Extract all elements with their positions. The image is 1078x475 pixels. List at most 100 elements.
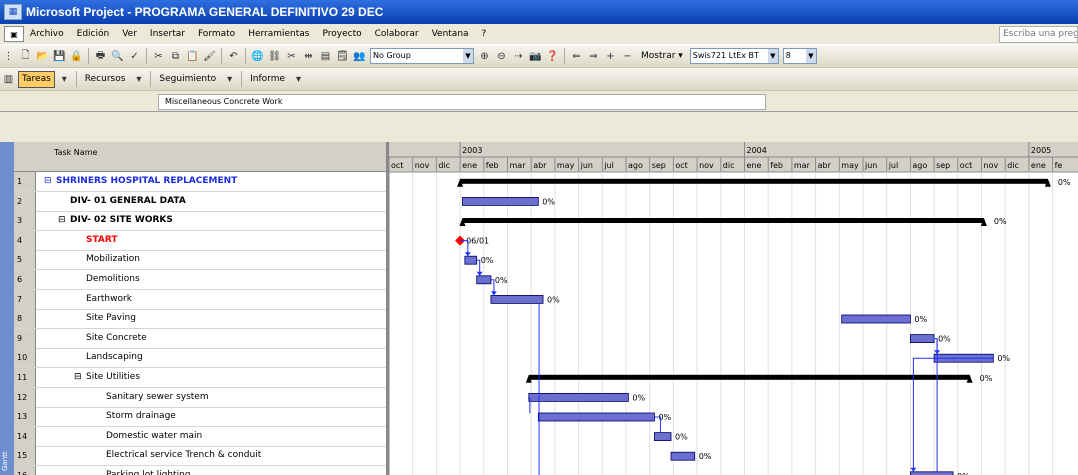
- row-number[interactable]: 2: [14, 191, 36, 211]
- save-icon[interactable]: 💾: [52, 49, 67, 63]
- help-icon[interactable]: ❓: [545, 49, 560, 63]
- row-number[interactable]: 15: [14, 446, 36, 466]
- task-name-cell[interactable]: Sanitary sewer system: [106, 388, 209, 407]
- entry-field[interactable]: Miscellaneous Concrete Work: [158, 94, 766, 110]
- new-file-icon[interactable]: 🗋: [18, 49, 33, 63]
- task-name-cell[interactable]: Electrical service Trench & conduit: [106, 446, 261, 465]
- open-folder-icon[interactable]: 📂: [35, 49, 50, 63]
- project-guide-icon[interactable]: ▥: [1, 72, 16, 86]
- assign-resources-icon[interactable]: 👥: [352, 49, 367, 63]
- task-name-cell[interactable]: START: [86, 231, 118, 250]
- row-number[interactable]: 6: [14, 270, 36, 289]
- task-row[interactable]: 5 Mobilization: [14, 250, 388, 271]
- hide-subtasks-icon[interactable]: −: [620, 49, 635, 63]
- spelling-icon[interactable]: ✓: [127, 49, 142, 63]
- row-number[interactable]: 10: [14, 348, 36, 368]
- collapse-outline-icon[interactable]: ⊟: [58, 211, 66, 230]
- task-row[interactable]: 3 ⊟ DIV- 02 SITE WORKS: [14, 211, 388, 232]
- menu-herramientas[interactable]: Herramientas: [248, 29, 309, 39]
- menu-ver[interactable]: Ver: [122, 29, 137, 39]
- task-row[interactable]: 9 Site Concrete: [14, 328, 388, 349]
- menu-insertar[interactable]: Insertar: [150, 29, 185, 39]
- task-row[interactable]: 4 START: [14, 230, 388, 251]
- show-subtasks-icon[interactable]: +: [603, 49, 618, 63]
- task-name-cell[interactable]: DIV- 01 GENERAL DATA: [70, 192, 186, 211]
- tab-recursos[interactable]: Recursos: [81, 71, 130, 88]
- view-bar[interactable]: Gantt: [0, 142, 14, 475]
- task-name-cell[interactable]: Demolitions: [86, 270, 140, 289]
- notes-icon[interactable]: 🗒: [335, 49, 350, 63]
- row-number[interactable]: 11: [14, 368, 36, 387]
- task-row[interactable]: 14 Domestic water main: [14, 426, 388, 447]
- print-preview-icon[interactable]: 🔍: [110, 49, 125, 63]
- indent-icon[interactable]: ⇒: [586, 49, 601, 63]
- row-number[interactable]: 13: [14, 407, 36, 427]
- cut-icon[interactable]: ✂: [151, 49, 166, 63]
- group-by-select[interactable]: No Group ▼: [370, 48, 474, 64]
- link-tasks-icon[interactable]: ⛓: [267, 49, 282, 63]
- row-number[interactable]: 8: [14, 309, 36, 329]
- copy-icon[interactable]: ⧉: [168, 49, 183, 63]
- tab-seguimiento[interactable]: Seguimiento: [155, 71, 220, 88]
- tab-informe[interactable]: Informe: [246, 71, 289, 88]
- chevron-down-icon[interactable]: ▾: [57, 72, 72, 86]
- task-row[interactable]: 10 Landscaping: [14, 348, 388, 369]
- zoom-out-icon[interactable]: ⊖: [494, 49, 509, 63]
- task-name-cell[interactable]: Domestic water main: [106, 427, 202, 446]
- split-task-icon[interactable]: ⇹: [301, 49, 316, 63]
- collapse-outline-icon[interactable]: ⊟: [44, 172, 52, 191]
- hyperlink-icon[interactable]: 🌐: [250, 49, 265, 63]
- chevron-down-icon[interactable]: ▾: [291, 72, 306, 86]
- menu-colaborar[interactable]: Colaborar: [375, 29, 419, 39]
- task-row[interactable]: 12 Sanitary sewer system: [14, 387, 388, 408]
- copy-picture-icon[interactable]: 📷: [528, 49, 543, 63]
- document-icon[interactable]: ▣: [4, 26, 24, 42]
- tab-tareas[interactable]: Tareas: [18, 70, 55, 88]
- row-number[interactable]: 3: [14, 211, 36, 231]
- row-number[interactable]: 16: [14, 466, 36, 475]
- menu-edicion[interactable]: Edición: [77, 29, 110, 39]
- task-row[interactable]: 7 Earthwork: [14, 289, 388, 310]
- task-name-cell[interactable]: Site Utilities: [86, 368, 140, 387]
- menu-help[interactable]: ?: [482, 29, 487, 39]
- task-row[interactable]: 16 Parking lot lighting: [14, 466, 388, 475]
- menu-proyecto[interactable]: Proyecto: [323, 29, 362, 39]
- task-name-cell[interactable]: Site Concrete: [86, 329, 147, 348]
- collapse-outline-icon[interactable]: ⊟: [74, 368, 82, 387]
- chevron-down-icon[interactable]: ▾: [131, 72, 146, 86]
- font-select[interactable]: Swis721 LtEx BT ▼: [689, 48, 779, 64]
- goto-task-icon[interactable]: ⇢: [511, 49, 526, 63]
- task-name-cell[interactable]: Storm drainage: [106, 407, 176, 426]
- task-row[interactable]: 15 Electrical service Trench & conduit: [14, 446, 388, 467]
- task-name-cell[interactable]: Site Paving: [86, 309, 136, 328]
- chevron-down-icon[interactable]: ▾: [222, 72, 237, 86]
- outdent-icon[interactable]: ⇐: [569, 49, 584, 63]
- task-name-cell[interactable]: Earthwork: [86, 290, 132, 309]
- task-row[interactable]: 6 Demolitions: [14, 270, 388, 290]
- row-number[interactable]: 1: [14, 172, 36, 191]
- zoom-in-icon[interactable]: ⊕: [477, 49, 492, 63]
- row-number[interactable]: 4: [14, 230, 36, 250]
- undo-icon[interactable]: ↶: [226, 49, 241, 63]
- task-row[interactable]: 13 Storm drainage: [14, 407, 388, 428]
- task-name-cell[interactable]: SHRINERS HOSPITAL REPLACEMENT: [56, 172, 237, 191]
- format-painter-icon[interactable]: 🖌: [202, 49, 217, 63]
- task-row[interactable]: 8 Site Paving: [14, 309, 388, 330]
- row-number[interactable]: 12: [14, 387, 36, 407]
- row-number[interactable]: 9: [14, 328, 36, 348]
- task-info-icon[interactable]: ▤: [318, 49, 333, 63]
- menu-ventana[interactable]: Ventana: [432, 29, 469, 39]
- show-menu-button[interactable]: Mostrar ▾: [637, 48, 687, 65]
- task-row[interactable]: 2 DIV- 01 GENERAL DATA: [14, 191, 388, 212]
- permission-icon[interactable]: 🔒: [69, 49, 84, 63]
- task-name-cell[interactable]: Landscaping: [86, 348, 143, 367]
- menu-archivo[interactable]: Archivo: [30, 29, 64, 39]
- print-icon[interactable]: 🖶: [93, 49, 108, 63]
- task-row[interactable]: 11 ⊟ Site Utilities: [14, 368, 388, 388]
- task-name-cell[interactable]: Mobilization: [86, 250, 140, 269]
- row-number[interactable]: 14: [14, 426, 36, 446]
- task-name-cell[interactable]: DIV- 02 SITE WORKS: [70, 211, 173, 230]
- task-row[interactable]: 1 ⊟ SHRINERS HOSPITAL REPLACEMENT: [14, 172, 388, 192]
- task-name-cell[interactable]: Parking lot lighting: [106, 466, 191, 475]
- column-header-task-name[interactable]: Task Name: [54, 148, 97, 157]
